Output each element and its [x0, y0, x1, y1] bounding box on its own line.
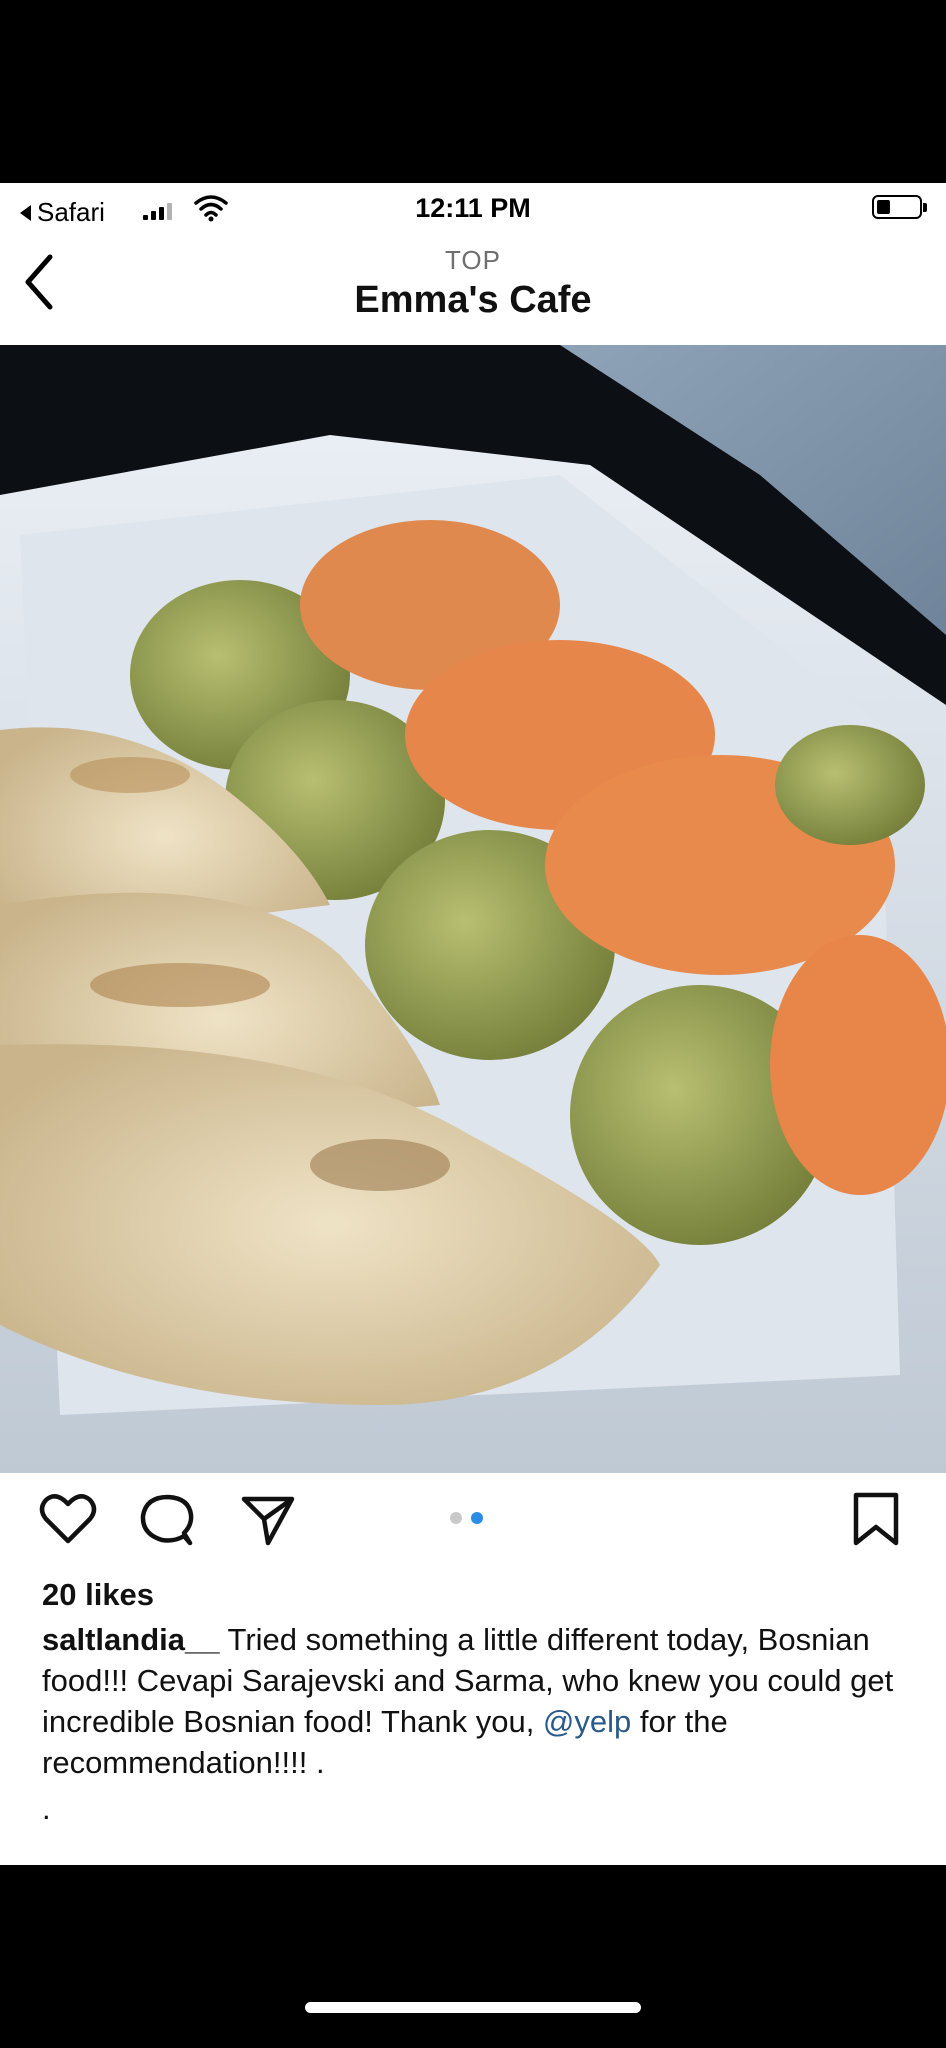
page-dot-2-active — [471, 1512, 483, 1524]
bookmark-icon[interactable] — [846, 1489, 906, 1549]
likes-count[interactable]: 20 likes — [42, 1577, 154, 1613]
carousel-page-dots — [450, 1512, 483, 1524]
page-dot-1 — [450, 1512, 462, 1524]
home-indicator[interactable] — [305, 2002, 641, 2013]
food-photo-illustration — [0, 345, 946, 1473]
nav-subtitle: TOP — [445, 245, 501, 275]
clock: 12:11 PM — [415, 193, 531, 223]
battery-icon — [872, 195, 927, 219]
top-black-bar — [0, 0, 946, 183]
page-title: Emma's Cafe — [354, 279, 592, 321]
status-bar: Safari 12:11 PM — [0, 183, 946, 233]
caption-username[interactable]: saltlandia__ — [42, 1622, 219, 1657]
share-send-icon[interactable] — [238, 1489, 298, 1549]
caption-trailing-dot: . — [42, 1791, 51, 1826]
like-heart-icon[interactable] — [38, 1489, 98, 1549]
phone-screen: Safari 12:11 PM TOP Emma's Cafe 20 likes… — [0, 183, 946, 1865]
mention-link[interactable]: @yelp — [543, 1704, 631, 1739]
post-caption: saltlandia__ Tried something a little di… — [42, 1619, 902, 1783]
post-photo[interactable] — [0, 345, 946, 1473]
comment-icon[interactable] — [136, 1489, 196, 1549]
